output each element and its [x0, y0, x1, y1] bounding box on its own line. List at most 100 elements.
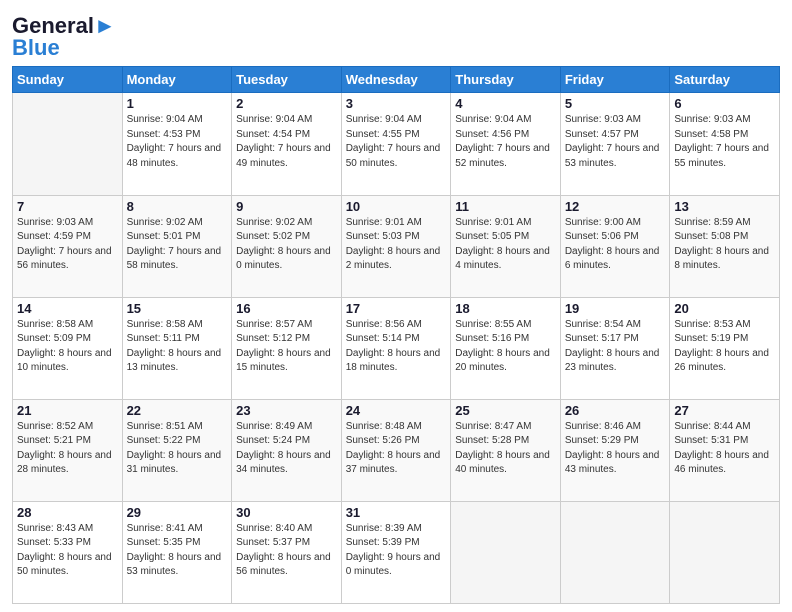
calendar-cell: 5Sunrise: 9:03 AMSunset: 4:57 PMDaylight…: [560, 93, 670, 195]
day-detail: Sunrise: 9:04 AMSunset: 4:53 PMDaylight:…: [127, 113, 228, 171]
calendar-cell: 12 Sunrise: 9:00 AMSunset: 5:06 PMDayligh…: [560, 195, 670, 297]
day-detail: Sunrise: 8:59 AMSunset: 5:08 PMDaylight:…: [674, 216, 775, 274]
day-number: 14: [17, 301, 118, 316]
day-number: 30: [236, 505, 337, 520]
calendar-cell: 24Sunrise: 8:48 AMSunset: 5:26 PMDayligh…: [341, 399, 451, 501]
day-detail: Sunrise: 8:46 AMSunset: 5:29 PMDaylight:…: [565, 420, 666, 478]
day-number: 21: [17, 403, 118, 418]
day-detail: Sunrise: 9:04 AMSunset: 4:55 PMDaylight:…: [346, 113, 447, 171]
day-detail: Sunrise: 8:40 AMSunset: 5:37 PMDaylight:…: [236, 522, 337, 580]
day-number: 23: [236, 403, 337, 418]
calendar-cell: 18Sunrise: 8:55 AMSunset: 5:16 PMDayligh…: [451, 297, 561, 399]
calendar-week-row: 21 Sunrise: 8:52 AMSunset: 5:21 PMDayligh…: [13, 399, 780, 501]
calendar-cell: 15 Sunrise: 8:58 AMSunset: 5:11 PMDayligh…: [122, 297, 232, 399]
day-number: 24: [346, 403, 447, 418]
day-number: 5: [565, 96, 666, 111]
calendar-cell: 3 Sunrise: 9:04 AMSunset: 4:55 PMDaylight…: [341, 93, 451, 195]
logo-text-blue: Blue: [12, 36, 60, 60]
day-detail: Sunrise: 8:58 AMSunset: 5:09 PMDaylight:…: [17, 318, 118, 376]
calendar-cell: 11 Sunrise: 9:01 AMSunset: 5:05 PMDayligh…: [451, 195, 561, 297]
calendar-cell: 7 Sunrise: 9:03 AMSunset: 4:59 PMDaylight…: [13, 195, 123, 297]
day-number: 8: [127, 199, 228, 214]
day-detail: Sunrise: 8:57 AMSunset: 5:12 PMDaylight:…: [236, 318, 337, 376]
day-detail: Sunrise: 9:03 AMSunset: 4:58 PMDaylight:…: [674, 113, 775, 171]
calendar-cell: 8 Sunrise: 9:02 AMSunset: 5:01 PMDaylight…: [122, 195, 232, 297]
day-number: 7: [17, 199, 118, 214]
day-detail: Sunrise: 8:53 AMSunset: 5:19 PMDaylight:…: [674, 318, 775, 376]
day-number: 11: [455, 199, 556, 214]
day-detail: Sunrise: 9:03 AMSunset: 4:59 PMDaylight:…: [17, 216, 118, 274]
calendar-week-row: 7 Sunrise: 9:03 AMSunset: 4:59 PMDaylight…: [13, 195, 780, 297]
day-detail: Sunrise: 9:04 AMSunset: 4:54 PMDaylight:…: [236, 113, 337, 171]
calendar-cell: 14 Sunrise: 8:58 AMSunset: 5:09 PMDayligh…: [13, 297, 123, 399]
day-detail: Sunrise: 8:41 AMSunset: 5:35 PMDaylight:…: [127, 522, 228, 580]
day-number: 16: [236, 301, 337, 316]
day-header-sunday: Sunday: [13, 67, 123, 93]
calendar-cell: [13, 93, 123, 195]
day-number: 18: [455, 301, 556, 316]
day-number: 28: [17, 505, 118, 520]
day-detail: Sunrise: 8:39 AMSunset: 5:39 PMDaylight:…: [346, 522, 447, 580]
day-detail: Sunrise: 8:54 AMSunset: 5:17 PMDaylight:…: [565, 318, 666, 376]
calendar-cell: 26 Sunrise: 8:46 AMSunset: 5:29 PMDayligh…: [560, 399, 670, 501]
calendar-cell: 22Sunrise: 8:51 AMSunset: 5:22 PMDayligh…: [122, 399, 232, 501]
calendar-cell: [670, 501, 780, 603]
day-number: 17: [346, 301, 447, 316]
calendar-cell: 1 Sunrise: 9:04 AMSunset: 4:53 PMDaylight…: [122, 93, 232, 195]
day-number: 1: [127, 96, 228, 111]
calendar-cell: [560, 501, 670, 603]
calendar-week-row: 28Sunrise: 8:43 AMSunset: 5:33 PMDayligh…: [13, 501, 780, 603]
day-number: 15: [127, 301, 228, 316]
calendar-cell: 27 Sunrise: 8:44 AMSunset: 5:31 PMDayligh…: [670, 399, 780, 501]
calendar-cell: 4Sunrise: 9:04 AMSunset: 4:56 PMDaylight…: [451, 93, 561, 195]
calendar-cell: 28Sunrise: 8:43 AMSunset: 5:33 PMDayligh…: [13, 501, 123, 603]
calendar-week-row: 1 Sunrise: 9:04 AMSunset: 4:53 PMDaylight…: [13, 93, 780, 195]
calendar-cell: 10 Sunrise: 9:01 AMSunset: 5:03 PMDayligh…: [341, 195, 451, 297]
calendar-cell: 9 Sunrise: 9:02 AMSunset: 5:02 PMDaylight…: [232, 195, 342, 297]
day-number: 29: [127, 505, 228, 520]
calendar-header-row: SundayMondayTuesdayWednesdayThursdayFrid…: [13, 67, 780, 93]
day-detail: Sunrise: 9:02 AMSunset: 5:01 PMDaylight:…: [127, 216, 228, 274]
calendar-cell: [451, 501, 561, 603]
day-detail: Sunrise: 8:58 AMSunset: 5:11 PMDaylight:…: [127, 318, 228, 376]
day-detail: Sunrise: 9:01 AMSunset: 5:03 PMDaylight:…: [346, 216, 447, 274]
calendar-cell: 13 Sunrise: 8:59 AMSunset: 5:08 PMDayligh…: [670, 195, 780, 297]
day-number: 27: [674, 403, 775, 418]
day-header-saturday: Saturday: [670, 67, 780, 93]
day-detail: Sunrise: 8:47 AMSunset: 5:28 PMDaylight:…: [455, 420, 556, 478]
calendar-cell: 25Sunrise: 8:47 AMSunset: 5:28 PMDayligh…: [451, 399, 561, 501]
day-detail: Sunrise: 9:02 AMSunset: 5:02 PMDaylight:…: [236, 216, 337, 274]
day-number: 10: [346, 199, 447, 214]
day-number: 3: [346, 96, 447, 111]
day-detail: Sunrise: 8:56 AMSunset: 5:14 PMDaylight:…: [346, 318, 447, 376]
calendar-cell: 23 Sunrise: 8:49 AMSunset: 5:24 PMDayligh…: [232, 399, 342, 501]
calendar-cell: 20Sunrise: 8:53 AMSunset: 5:19 PMDayligh…: [670, 297, 780, 399]
day-detail: Sunrise: 9:00 AMSunset: 5:06 PMDaylight:…: [565, 216, 666, 274]
day-number: 6: [674, 96, 775, 111]
calendar-cell: 2Sunrise: 9:04 AMSunset: 4:54 PMDaylight…: [232, 93, 342, 195]
calendar-week-row: 14 Sunrise: 8:58 AMSunset: 5:09 PMDayligh…: [13, 297, 780, 399]
day-number: 22: [127, 403, 228, 418]
day-detail: Sunrise: 9:01 AMSunset: 5:05 PMDaylight:…: [455, 216, 556, 274]
day-header-thursday: Thursday: [451, 67, 561, 93]
day-header-monday: Monday: [122, 67, 232, 93]
day-number: 26: [565, 403, 666, 418]
day-header-friday: Friday: [560, 67, 670, 93]
calendar-cell: 21 Sunrise: 8:52 AMSunset: 5:21 PMDayligh…: [13, 399, 123, 501]
calendar-cell: 30 Sunrise: 8:40 AMSunset: 5:37 PMDayligh…: [232, 501, 342, 603]
calendar-cell: 29 Sunrise: 8:41 AMSunset: 5:35 PMDayligh…: [122, 501, 232, 603]
day-header-tuesday: Tuesday: [232, 67, 342, 93]
calendar-cell: 16 Sunrise: 8:57 AMSunset: 5:12 PMDayligh…: [232, 297, 342, 399]
day-detail: Sunrise: 8:44 AMSunset: 5:31 PMDaylight:…: [674, 420, 775, 478]
day-detail: Sunrise: 8:49 AMSunset: 5:24 PMDaylight:…: [236, 420, 337, 478]
day-header-wednesday: Wednesday: [341, 67, 451, 93]
day-number: 12: [565, 199, 666, 214]
day-detail: Sunrise: 8:52 AMSunset: 5:21 PMDaylight:…: [17, 420, 118, 478]
day-number: 9: [236, 199, 337, 214]
day-number: 19: [565, 301, 666, 316]
day-number: 13: [674, 199, 775, 214]
day-number: 4: [455, 96, 556, 111]
calendar-cell: 17 Sunrise: 8:56 AMSunset: 5:14 PMDayligh…: [341, 297, 451, 399]
main-container: General► Blue SundayMondayTuesdayWednesd…: [0, 0, 792, 612]
logo: General► Blue: [12, 14, 116, 60]
